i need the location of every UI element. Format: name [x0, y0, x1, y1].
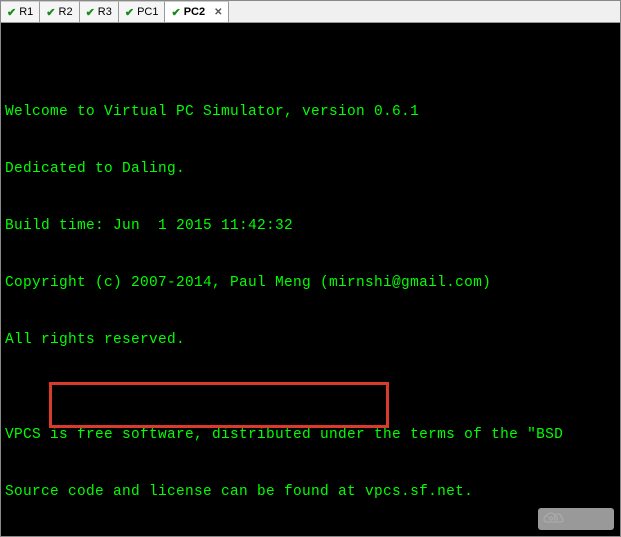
tab-r1[interactable]: ✔ R1: [1, 1, 40, 22]
tab-r3[interactable]: ✔ R3: [80, 1, 119, 22]
tab-label: PC1: [137, 6, 158, 18]
tab-label: R3: [98, 6, 112, 18]
close-icon[interactable]: ✕: [214, 7, 222, 18]
cloud-icon: [542, 511, 564, 528]
tab-label: PC2: [184, 6, 205, 18]
check-icon: ✔: [46, 6, 55, 19]
tab-pc1[interactable]: ✔ PC1: [119, 1, 166, 22]
terminal-output[interactable]: Welcome to Virtual PC Simulator, version…: [1, 23, 620, 536]
terminal-line: All rights reserved.: [5, 331, 616, 350]
tab-r2[interactable]: ✔ R2: [40, 1, 79, 22]
terminal-line: VPCS is free software, distributed under…: [5, 426, 616, 445]
terminal-line: Welcome to Virtual PC Simulator, version…: [5, 103, 616, 122]
tab-label: R1: [19, 6, 33, 18]
tab-label: R2: [59, 6, 73, 18]
check-icon: ✔: [125, 6, 134, 19]
terminal-line: Copyright (c) 2007-2014, Paul Meng (mirn…: [5, 274, 616, 293]
check-icon: ✔: [7, 6, 16, 19]
check-icon: ✔: [171, 6, 180, 19]
terminal-line: Dedicated to Daling.: [5, 160, 616, 179]
terminal-line: Build time: Jun 1 2015 11:42:32: [5, 217, 616, 236]
check-icon: ✔: [86, 6, 95, 19]
tab-pc2[interactable]: ✔ PC2 ✕: [165, 1, 229, 22]
tab-bar: ✔ R1 ✔ R2 ✔ R3 ✔ PC1 ✔ PC2 ✕: [1, 1, 620, 23]
watermark: 亿速云: [538, 508, 614, 530]
terminal-line: Source code and license can be found at …: [5, 483, 616, 502]
watermark-text: 亿速云: [568, 509, 610, 529]
